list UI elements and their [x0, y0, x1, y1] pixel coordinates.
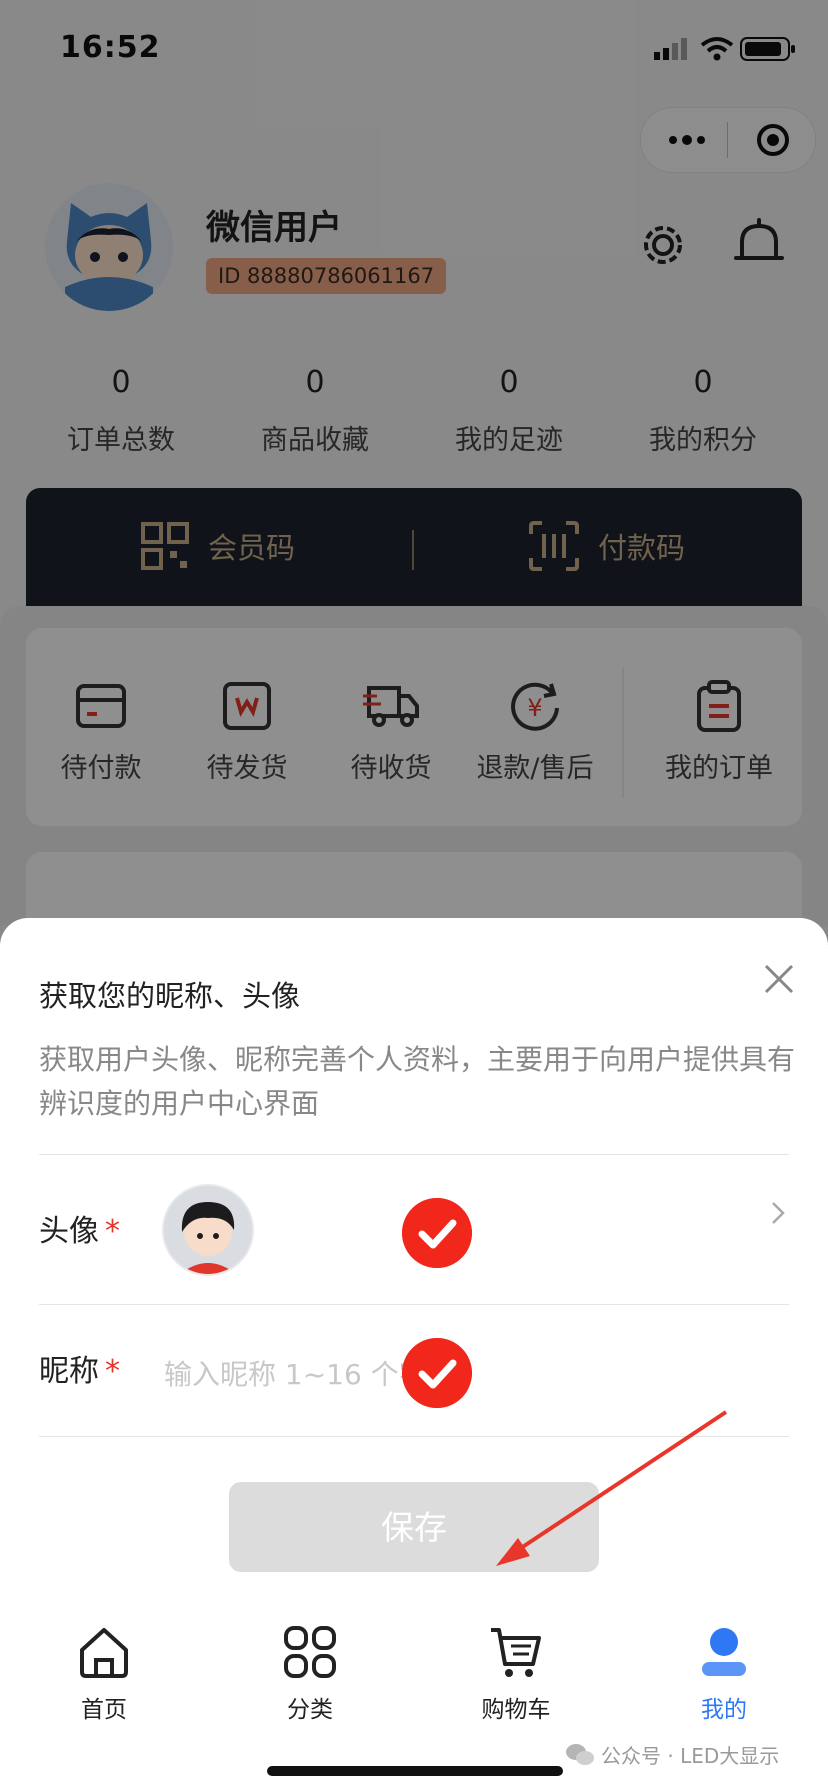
tab-me[interactable]: 我的: [654, 1624, 794, 1724]
cart-icon: [491, 1628, 541, 1677]
divider: [39, 1154, 789, 1155]
tab-label: 我的: [701, 1697, 747, 1723]
close-icon[interactable]: [758, 958, 800, 1000]
tab-label: 分类: [287, 1697, 333, 1723]
nickname-input[interactable]: [162, 1348, 426, 1400]
sheet-title: 获取您的昵称、头像: [39, 979, 301, 1013]
tab-label: 首页: [81, 1697, 127, 1723]
check-circle-icon: [402, 1338, 472, 1408]
tab-home[interactable]: 首页: [34, 1624, 174, 1724]
check-circle-icon: [402, 1198, 472, 1268]
wechat-icon: [566, 1743, 594, 1765]
chevron-right-icon[interactable]: [768, 1198, 788, 1228]
home-indicator: [267, 1766, 563, 1776]
tab-bar: 首页 分类 购物车 我的: [0, 1600, 828, 1723]
required-mark: *: [105, 1214, 120, 1249]
sheet-description: 获取用户头像、昵称完善个人资料，主要用于向用户提供具有辨识度的用户中心界面: [39, 1043, 796, 1120]
home-icon: [80, 1628, 128, 1678]
nickname-field-label: 昵称 *: [39, 1346, 120, 1390]
nickname-label-text: 昵称: [39, 1354, 99, 1389]
tab-label: 购物车: [481, 1697, 551, 1723]
grid-icon: [284, 1626, 336, 1678]
profile-auth-sheet: 获取您的昵称、头像 获取用户头像、昵称完善个人资料，主要用于向用户提供具有辨识度…: [0, 918, 828, 1792]
required-mark: *: [105, 1354, 120, 1389]
watermark-text: 公众号 · LED大显示: [601, 1744, 780, 1768]
tab-cart[interactable]: 购物车: [446, 1624, 586, 1724]
avatar-label-text: 头像: [39, 1214, 99, 1249]
annotation-arrow: [496, 1410, 728, 1566]
avatar-picker[interactable]: [162, 1184, 254, 1276]
avatar-field-label: 头像 *: [39, 1206, 120, 1250]
tab-category[interactable]: 分类: [240, 1624, 380, 1724]
avatar-illustration: [164, 1186, 252, 1274]
divider: [39, 1304, 789, 1305]
user-icon: [702, 1628, 746, 1676]
watermark: 公众号 · LED大显示: [565, 1740, 779, 1769]
